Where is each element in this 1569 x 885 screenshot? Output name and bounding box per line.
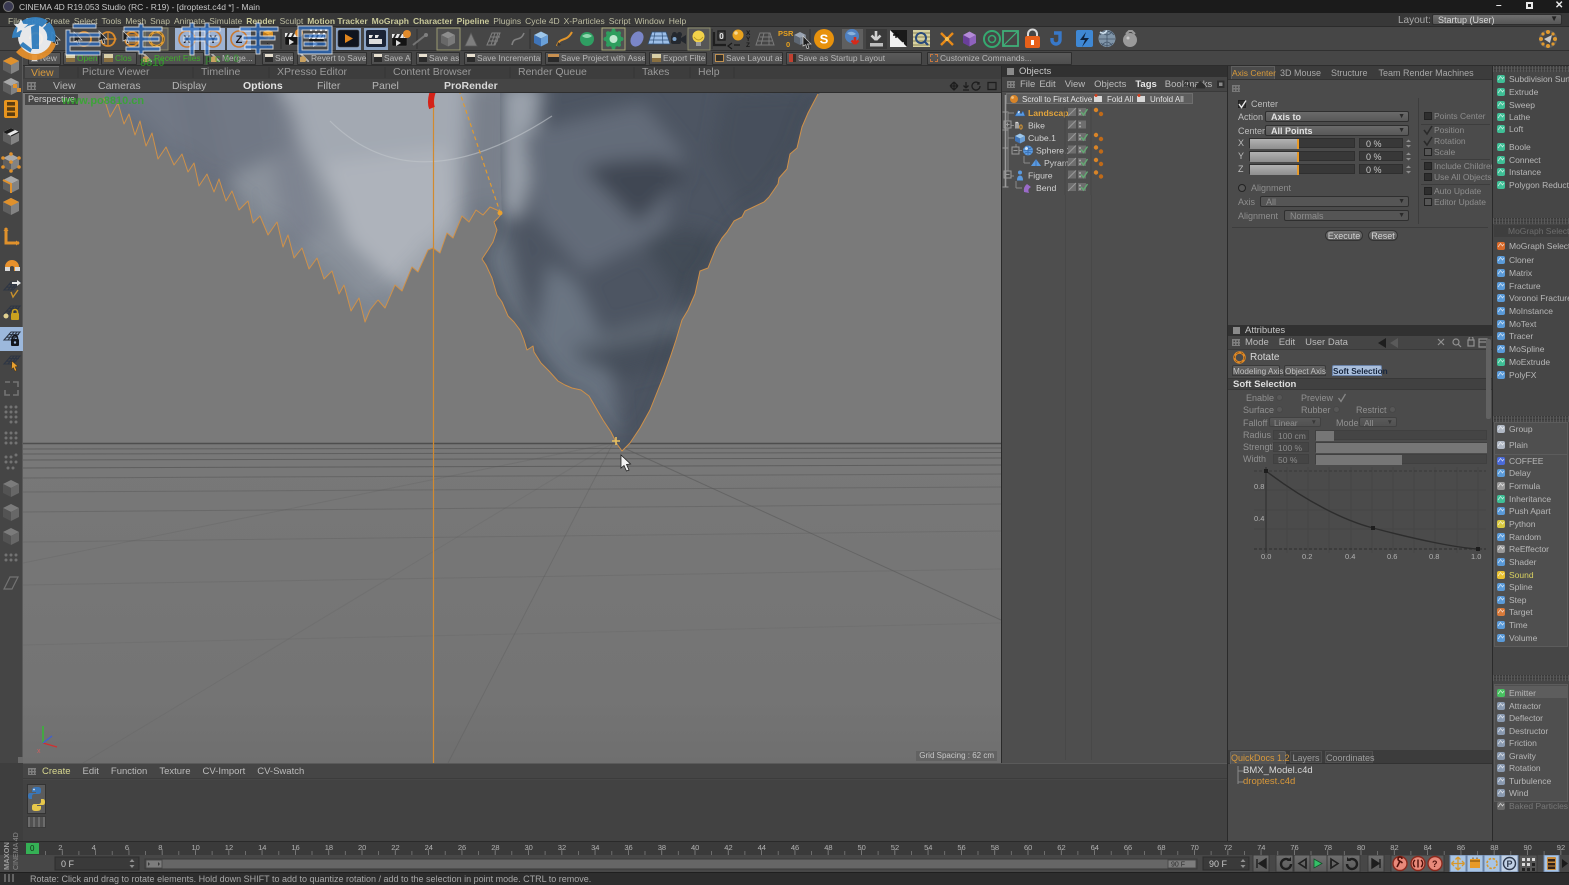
svg-text:P: P <box>1507 859 1513 869</box>
svg-text:36: 36 <box>624 843 632 852</box>
svg-text:X: X <box>183 34 191 46</box>
svg-text:50: 50 <box>858 843 866 852</box>
svg-text:44: 44 <box>758 843 766 852</box>
svg-text:76: 76 <box>1290 843 1298 852</box>
svg-text:Z: Z <box>236 34 243 46</box>
svg-text:42: 42 <box>724 843 732 852</box>
svg-text:Y: Y <box>209 34 217 46</box>
svg-text:0.6: 0.6 <box>1387 552 1397 560</box>
svg-text:x: x <box>37 748 41 755</box>
svg-text:46: 46 <box>791 843 799 852</box>
svg-text:64: 64 <box>1091 843 1099 852</box>
svg-text:10: 10 <box>192 843 200 852</box>
svg-text:80: 80 <box>1357 843 1365 852</box>
svg-text:86: 86 <box>1457 843 1465 852</box>
svg-text:Bend: Bend <box>1036 183 1056 193</box>
svg-text:0.4: 0.4 <box>1345 552 1355 560</box>
svg-text:70: 70 <box>1191 843 1199 852</box>
svg-text:48: 48 <box>824 843 832 852</box>
svg-text:90 F: 90 F <box>1209 859 1228 869</box>
svg-text:52: 52 <box>891 843 899 852</box>
svg-text:12: 12 <box>225 843 233 852</box>
svg-text:28: 28 <box>491 843 499 852</box>
svg-text:0.8: 0.8 <box>1429 552 1439 560</box>
svg-text:60: 60 <box>1024 843 1032 852</box>
svg-text:Cube.1: Cube.1 <box>1028 133 1056 143</box>
svg-text:14: 14 <box>258 843 266 852</box>
svg-text:0.0: 0.0 <box>1261 552 1271 560</box>
svg-text:0.2: 0.2 <box>1302 552 1312 560</box>
svg-text:74: 74 <box>1257 843 1265 852</box>
svg-text:PSR: PSR <box>778 29 794 38</box>
svg-text:Fold All: Fold All <box>1107 95 1133 104</box>
svg-text:88: 88 <box>1490 843 1498 852</box>
svg-text:S: S <box>820 32 829 47</box>
svg-text:18: 18 <box>325 843 333 852</box>
svg-text:1.0: 1.0 <box>1471 552 1481 560</box>
svg-text:92: 92 <box>1557 843 1565 852</box>
svg-text:22: 22 <box>391 843 399 852</box>
svg-text:4: 4 <box>92 843 96 852</box>
svg-text:54: 54 <box>924 843 932 852</box>
svg-text:Landscape: Landscape <box>1028 108 1074 118</box>
svg-text:6: 6 <box>125 843 129 852</box>
svg-text:0 F: 0 F <box>61 859 75 869</box>
svg-text:Figure: Figure <box>1028 171 1053 181</box>
svg-text:84: 84 <box>1424 843 1432 852</box>
svg-text:20: 20 <box>358 843 366 852</box>
svg-text:72: 72 <box>1224 843 1232 852</box>
svg-text:32: 32 <box>558 843 566 852</box>
svg-text:Bike: Bike <box>1028 121 1045 131</box>
svg-text:Scroll to First Active: Scroll to First Active <box>1022 95 1093 104</box>
svg-text:0: 0 <box>719 32 724 41</box>
svg-text:56: 56 <box>957 843 965 852</box>
svg-text:26: 26 <box>458 843 466 852</box>
svg-text:78: 78 <box>1324 843 1332 852</box>
svg-text:Z: Z <box>746 42 750 49</box>
svg-text:Sphere.1: Sphere.1 <box>1036 146 1071 156</box>
svg-text:40: 40 <box>691 843 699 852</box>
svg-text:90 F: 90 F <box>1171 862 1185 869</box>
svg-text:CINEMA 4D: CINEMA 4D <box>13 832 20 870</box>
svg-text:38: 38 <box>658 843 666 852</box>
svg-text:58: 58 <box>991 843 999 852</box>
svg-text:66: 66 <box>1124 843 1132 852</box>
svg-text:0.4: 0.4 <box>1254 514 1264 523</box>
svg-text:30: 30 <box>525 843 533 852</box>
svg-text:0: 0 <box>786 40 790 49</box>
svg-text:2: 2 <box>58 843 62 852</box>
svg-text:?: ? <box>1432 859 1438 869</box>
svg-text:62: 62 <box>1057 843 1065 852</box>
svg-text:16: 16 <box>291 843 299 852</box>
svg-text:8: 8 <box>158 843 162 852</box>
svg-text:24: 24 <box>425 843 433 852</box>
svg-text:90: 90 <box>1524 843 1532 852</box>
svg-text:0.8: 0.8 <box>1254 482 1264 491</box>
svg-text:82: 82 <box>1390 843 1398 852</box>
svg-text:MAXON: MAXON <box>2 842 11 870</box>
svg-text:0: 0 <box>1019 125 1023 132</box>
svg-text:0: 0 <box>30 844 35 853</box>
svg-text:34: 34 <box>591 843 599 852</box>
svg-text:Unfold All: Unfold All <box>1150 95 1184 104</box>
svg-text:68: 68 <box>1157 843 1165 852</box>
